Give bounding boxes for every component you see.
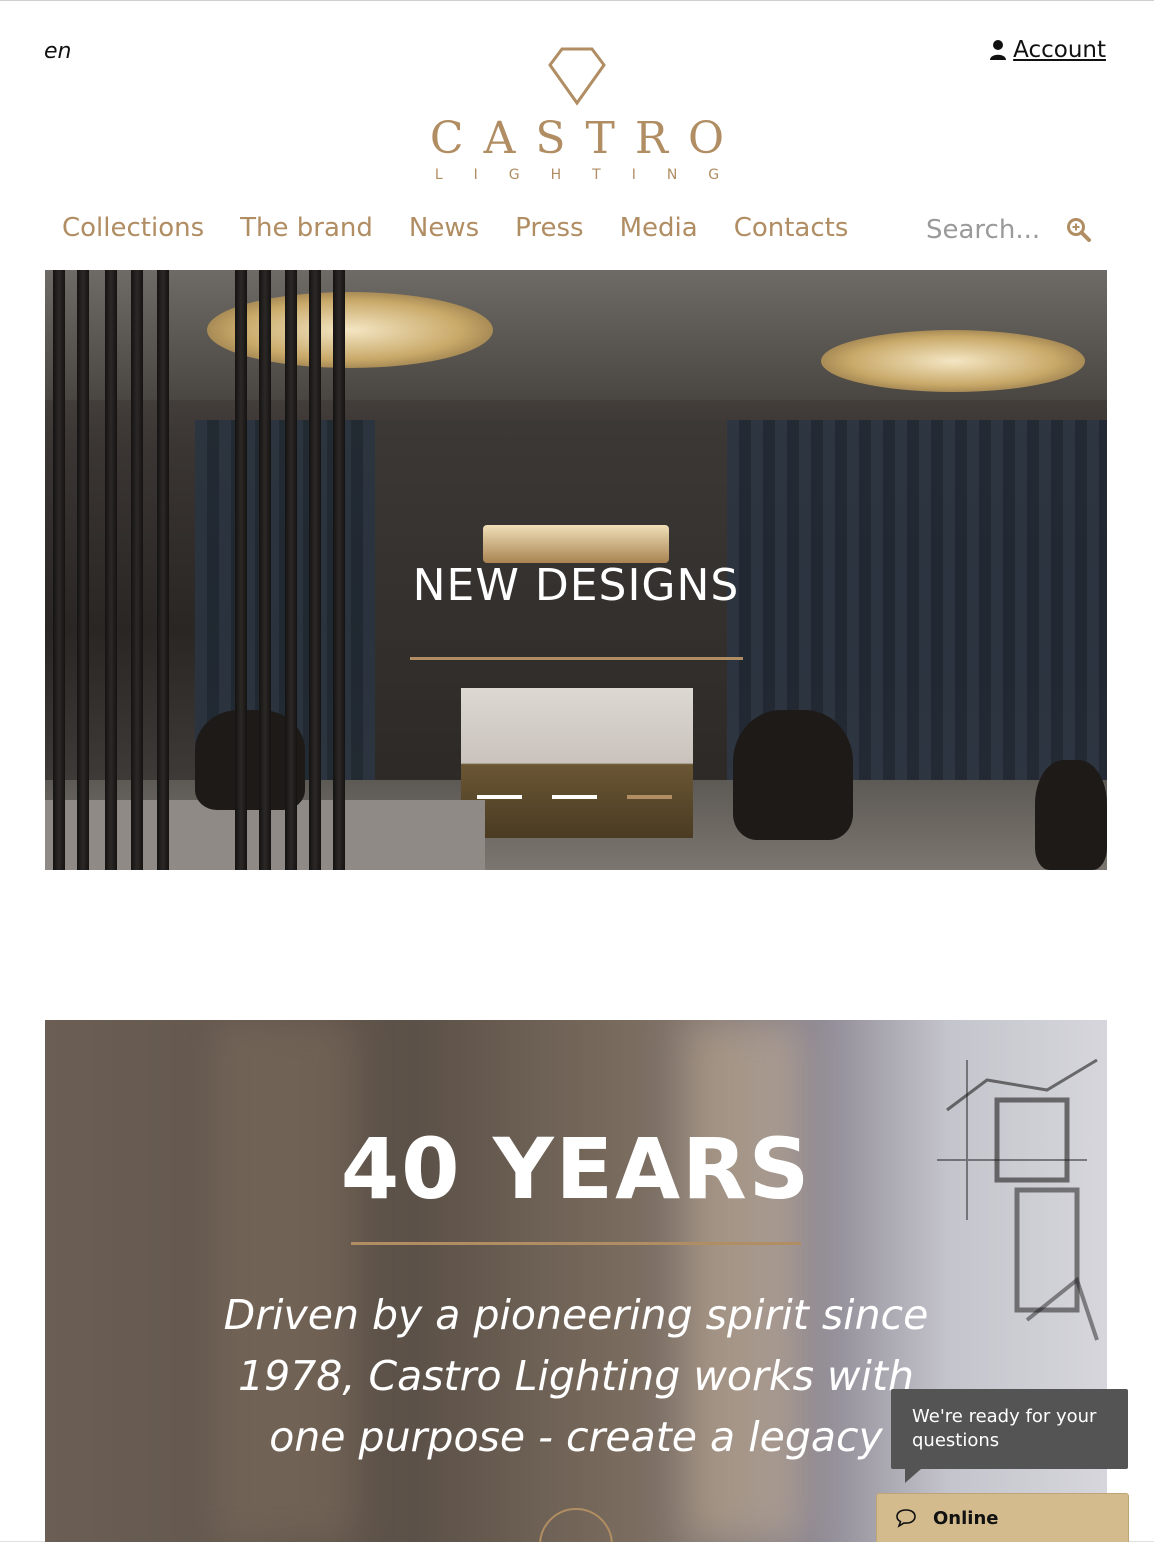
- slider-dot[interactable]: [552, 795, 597, 799]
- castro-logo[interactable]: CASTRO LIGHTING: [0, 45, 1154, 183]
- chat-bubble-icon: [896, 1509, 916, 1528]
- nav-item-media[interactable]: Media: [620, 213, 698, 243]
- slider-dot-active[interactable]: [627, 795, 672, 799]
- years-title: 40 YEARS: [340, 1120, 812, 1218]
- hero-image-chandelier: [207, 292, 493, 368]
- hero-image-chandelier: [821, 330, 1085, 392]
- search-box: [926, 215, 1092, 245]
- slider-dot[interactable]: [477, 795, 522, 799]
- hero-slider[interactable]: NEW DESIGNS: [45, 270, 1107, 870]
- nav-item-the-brand[interactable]: The brand: [240, 213, 373, 243]
- years-description: Driven by a pioneering spirit since 1978…: [223, 1291, 929, 1461]
- search-input[interactable]: [926, 215, 1044, 245]
- hero-image-chair: [1035, 760, 1107, 870]
- chat-prompt-bubble[interactable]: We're ready for your questions: [891, 1389, 1128, 1483]
- hero-image-desk: [461, 688, 693, 838]
- hero-divider: [410, 657, 743, 660]
- nav-item-collections[interactable]: Collections: [62, 213, 204, 243]
- chat-status: Online: [933, 1507, 999, 1529]
- years-divider: [351, 1242, 801, 1245]
- nav-item-press[interactable]: Press: [515, 213, 583, 243]
- chat-prompt-text: We're ready for your questions: [912, 1406, 1097, 1451]
- page: en Account CASTRO LIGHTING Collections T…: [0, 0, 1154, 1542]
- hero-image-chair: [733, 710, 853, 840]
- chat-bubble-tail: [905, 1469, 921, 1483]
- main-nav: Collections The brand News Press Media C…: [62, 213, 848, 243]
- slider-dots: [477, 795, 672, 799]
- logo-sub-text: LIGHTING: [434, 167, 751, 183]
- hero-title: NEW DESIGNS: [412, 560, 740, 611]
- chat-online-bar[interactable]: Online: [876, 1493, 1129, 1542]
- video-play-button[interactable]: [539, 1508, 613, 1542]
- logo-brand-text: CASTRO: [429, 113, 745, 164]
- diamond-logo-icon: [548, 47, 606, 106]
- search-icon[interactable]: [1066, 217, 1092, 243]
- nav-item-contacts[interactable]: Contacts: [734, 213, 849, 243]
- hero-image-pendant: [483, 525, 669, 563]
- nav-item-news[interactable]: News: [409, 213, 479, 243]
